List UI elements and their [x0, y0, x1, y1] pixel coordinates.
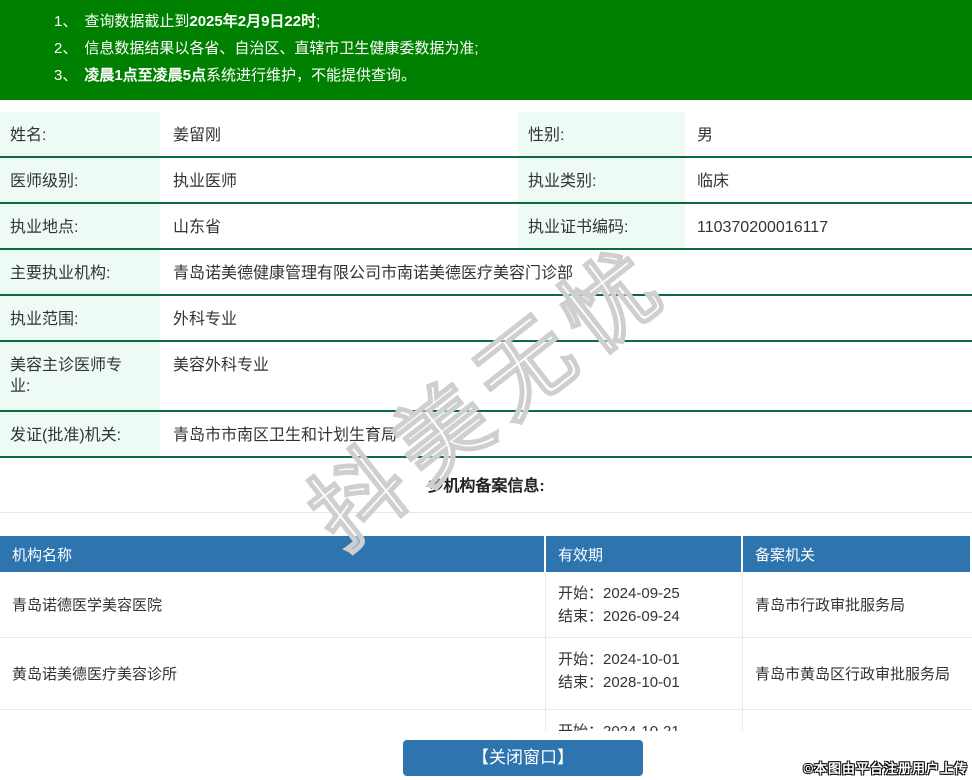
field-label-main-institution: 主要执业机构: [0, 250, 160, 294]
notice-line-3: 3、凌晨1点至凌晨5点系统进行维护，不能提供查询。 [54, 62, 962, 89]
validity-start: 开始：2024-09-25 [558, 582, 742, 605]
field-value-gender: 男 [685, 112, 972, 156]
notice-text: 信息数据结果以各省、自治区、直辖市卫生健康委数据为准; [84, 40, 478, 57]
validity-start: 开始：2024-10-01 [558, 648, 742, 671]
table-row: 主要执业机构: 青岛诺美德健康管理有限公司市南诺美德医疗美容门诊部 [0, 250, 972, 296]
field-value-practice-scope: 外科专业 [160, 296, 972, 340]
org-name-cell: 黄岛诺美德医疗美容诊所 [0, 638, 546, 709]
table-row: 执业地点: 山东省 执业证书编码: 110370200016117 [0, 204, 972, 250]
close-window-button[interactable]: 【关闭窗口】 [403, 740, 643, 776]
multi-org-section-title: 多机构备案信息: [0, 476, 972, 498]
table-row: 美容主诊医师专业: 美容外科专业 [0, 342, 972, 412]
table-row: 青岛诺德医学美容医院 开始：2024-09-25 结束：2026-09-24 青… [0, 572, 972, 638]
field-label-name: 姓名: [0, 112, 160, 156]
field-value-issuing-authority: 青岛市市南区卫生和计划生育局 [160, 412, 972, 456]
notice-line-1: 1、查询数据截止到2025年2月9日22时; [54, 8, 962, 35]
org-table-header: 机构名称 有效期 备案机关 [0, 536, 972, 572]
field-value-name: 姜留刚 [160, 112, 518, 156]
validity-end: 结束：2028-10-01 [558, 671, 742, 694]
notice-banner: 1、查询数据截止到2025年2月9日22时; 2、信息数据结果以各省、自治区、直… [0, 0, 972, 100]
validity-end: 结束：2026-09-24 [558, 605, 742, 628]
table-row: 黄岛诺美德医疗美容诊所 开始：2024-10-01 结束：2028-10-01 … [0, 638, 972, 710]
field-label-practice-category: 执业类别: [518, 158, 685, 202]
field-label-doctor-level: 医师级别: [0, 158, 160, 202]
validity-cell: 开始：2024-10-21 [546, 710, 743, 731]
field-label-practice-location: 执业地点: [0, 204, 160, 248]
notice-number: 1、 [54, 13, 77, 30]
record-authority-cell [743, 710, 972, 731]
table-row: 执业范围: 外科专业 [0, 296, 972, 342]
field-label-cosmetic-specialty: 美容主诊医师专业: [0, 342, 160, 410]
field-value-certificate-number: 110370200016117 [685, 204, 972, 248]
record-authority-cell: 青岛市行政审批服务局 [743, 572, 972, 637]
record-authority-cell: 青岛市黄岛区行政审批服务局 [743, 638, 972, 709]
field-label-certificate-number: 执业证书编码: [518, 204, 685, 248]
field-label-gender: 性别: [518, 112, 685, 156]
field-label-issuing-authority: 发证(批准)机关: [0, 412, 160, 456]
notice-number: 2、 [54, 40, 77, 57]
button-container: 【关闭窗口】 [0, 740, 972, 776]
field-value-cosmetic-specialty: 美容外科专业 [160, 342, 972, 410]
notice-bold-text: 2025年2月9日22时 [189, 13, 316, 30]
org-name-cell [0, 710, 546, 731]
table-row: 发证(批准)机关: 青岛市市南区卫生和计划生育局 [0, 412, 972, 458]
field-value-main-institution: 青岛诺美德健康管理有限公司市南诺美德医疗美容门诊部 [160, 250, 972, 294]
table-row: 姓名: 姜留刚 性别: 男 [0, 112, 972, 158]
table-row: 开始：2024-10-21 [0, 710, 972, 731]
notice-number: 3、 [54, 67, 77, 84]
field-value-doctor-level: 执业医师 [160, 158, 518, 202]
multi-org-table: 机构名称 有效期 备案机关 青岛诺德医学美容医院 开始：2024-09-25 结… [0, 536, 972, 731]
column-header-validity: 有效期 [546, 536, 743, 572]
org-name-cell: 青岛诺德医学美容医院 [0, 572, 546, 637]
field-value-practice-location: 山东省 [160, 204, 518, 248]
column-header-org-name: 机构名称 [0, 536, 546, 572]
notice-bold-text: 凌晨1点至凌晨5点 [84, 67, 206, 84]
column-header-record-authority: 备案机关 [743, 536, 970, 572]
validity-start: 开始：2024-10-21 [558, 720, 742, 731]
field-label-practice-scope: 执业范围: [0, 296, 160, 340]
notice-text: 查询数据截止到 [84, 13, 189, 30]
notice-text-tail: 系统进行维护，不能提供查询。 [206, 67, 416, 84]
field-value-practice-category: 临床 [685, 158, 972, 202]
notice-line-2: 2、信息数据结果以各省、自治区、直辖市卫生健康委数据为准; [54, 35, 962, 62]
validity-cell: 开始：2024-10-01 结束：2028-10-01 [546, 638, 743, 709]
doctor-info-table: 姓名: 姜留刚 性别: 男 医师级别: 执业医师 执业类别: 临床 执业地点: … [0, 112, 972, 458]
validity-cell: 开始：2024-09-25 结束：2026-09-24 [546, 572, 743, 637]
table-row: 医师级别: 执业医师 执业类别: 临床 [0, 158, 972, 204]
section-divider [0, 512, 972, 513]
notice-text-tail: ; [316, 13, 320, 30]
